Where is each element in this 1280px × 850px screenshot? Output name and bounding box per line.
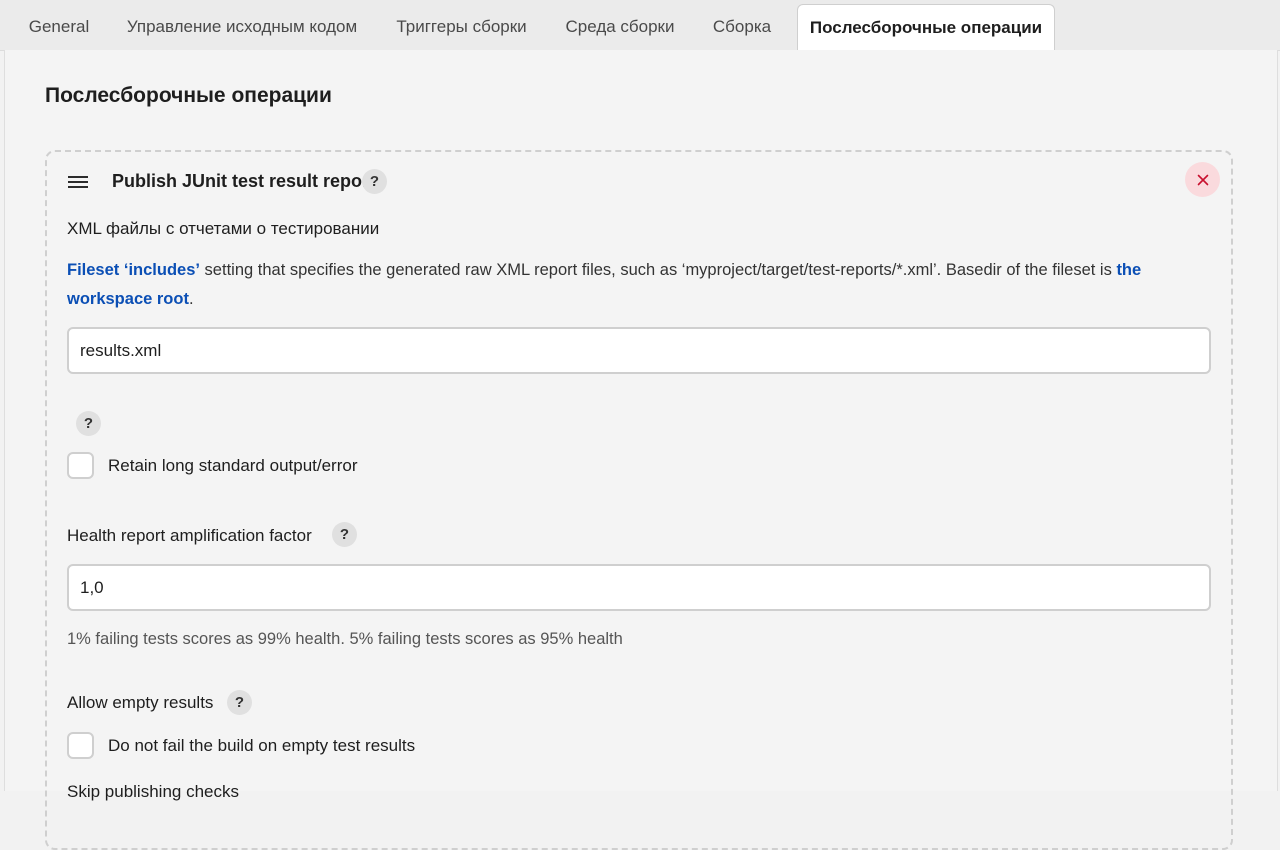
step-title: Publish JUnit test result report [112,171,376,191]
tab-post-build-actions[interactable]: Послесборочные операции [797,4,1055,51]
allow-empty-checkbox-label[interactable]: Do not fail the build on empty test resu… [108,736,415,756]
health-factor-label: Health report amplification factor [67,526,312,545]
xml-files-description: Fileset ‘includes’ setting that specifie… [67,256,1207,314]
section-title: Послесборочные операции [45,84,332,107]
health-factor-input[interactable] [67,564,1211,611]
tab-general[interactable]: General [18,4,100,49]
close-icon [1197,174,1208,185]
retain-output-checkbox[interactable] [67,452,94,479]
allow-empty-label: Allow empty results [67,693,214,712]
tab-build[interactable]: Сборка [701,4,783,49]
help-icon[interactable]: ? [76,411,101,436]
tab-bar: General Управление исходным кодом Тригге… [0,0,1280,51]
desc-text-1: setting that specifies the generated raw… [199,261,1117,279]
tab-source-code-management[interactable]: Управление исходным кодом [115,4,369,49]
xml-files-label: XML файлы с отчетами о тестировании [67,219,380,238]
allow-empty-checkbox[interactable] [67,732,94,759]
tab-build-environment[interactable]: Среда сборки [554,4,686,49]
fileset-includes-link[interactable]: Fileset ‘includes’ [67,261,200,279]
xml-files-input[interactable] [67,327,1211,374]
skip-publishing-label: Skip publishing checks [67,782,239,801]
help-icon[interactable]: ? [362,169,387,194]
remove-step-button[interactable] [1185,162,1220,197]
drag-handle-icon[interactable] [68,176,89,188]
tab-build-triggers[interactable]: Триггеры сборки [384,4,539,49]
help-icon[interactable]: ? [332,522,357,547]
help-icon[interactable]: ? [227,690,252,715]
retain-output-label[interactable]: Retain long standard output/error [108,456,358,476]
health-factor-hint: 1% failing tests scores as 99% health. 5… [67,630,623,648]
desc-text-2: . [188,290,194,308]
